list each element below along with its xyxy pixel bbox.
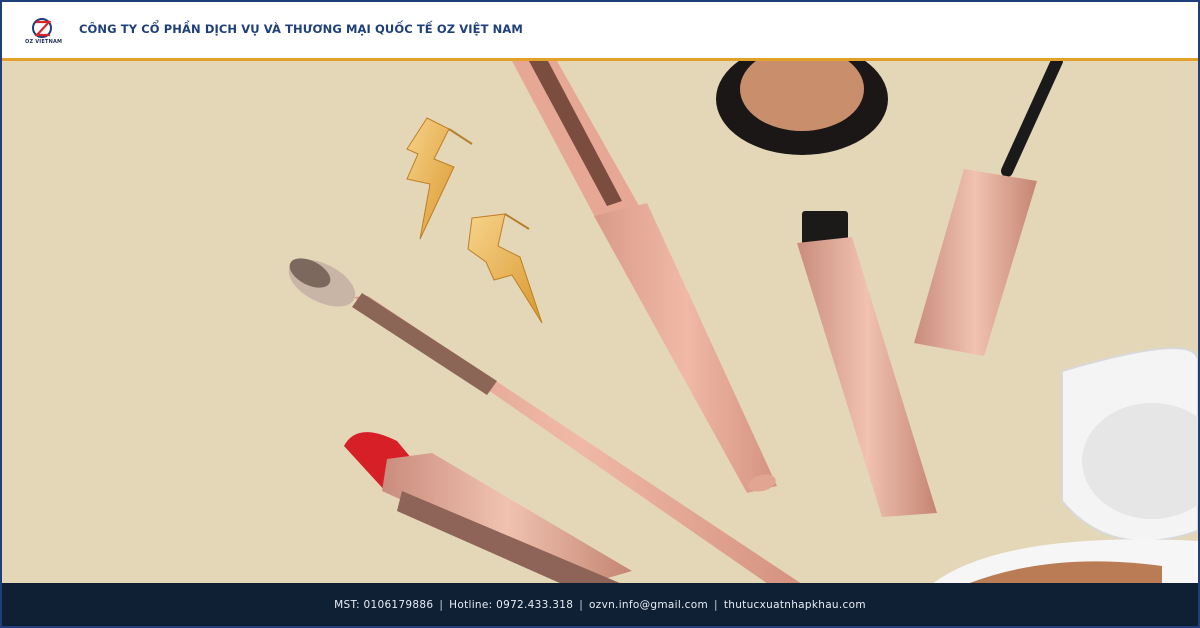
footer-bar: MST: 0106179886 | Hotline: 0972.433.318 … [2, 583, 1198, 626]
separator: | [439, 598, 444, 611]
email-link[interactable]: ozvn.info@gmail.com [589, 599, 708, 611]
separator: | [714, 598, 718, 611]
hero-image [2, 61, 1198, 584]
company-name: CÔNG TY CỔ PHẦN DỊCH VỤ VÀ THƯƠNG MẠI QU… [79, 22, 523, 36]
hotline-link[interactable]: Hotline: 0972.433.318 [449, 599, 573, 611]
banner-frame: OZ VIETNAM CÔNG TY CỔ PHẦN DỊCH VỤ VÀ TH… [0, 0, 1200, 628]
cosmetics-illustration [288, 61, 1198, 584]
header-bar: OZ VIETNAM CÔNG TY CỔ PHẦN DỊCH VỤ VÀ TH… [2, 2, 1198, 61]
logo-text: OZ VIETNAM [25, 39, 63, 45]
tax-code: MST: 0106179886 [334, 598, 434, 611]
compact-powder-icon [716, 61, 888, 155]
lightning-earring-icon [467, 213, 543, 324]
separator: | [579, 598, 584, 611]
website-link[interactable]: thutucxuatnhapkhau.com [724, 599, 866, 611]
cushion-compact-icon [932, 347, 1198, 584]
lightning-earring-icon [406, 117, 473, 240]
